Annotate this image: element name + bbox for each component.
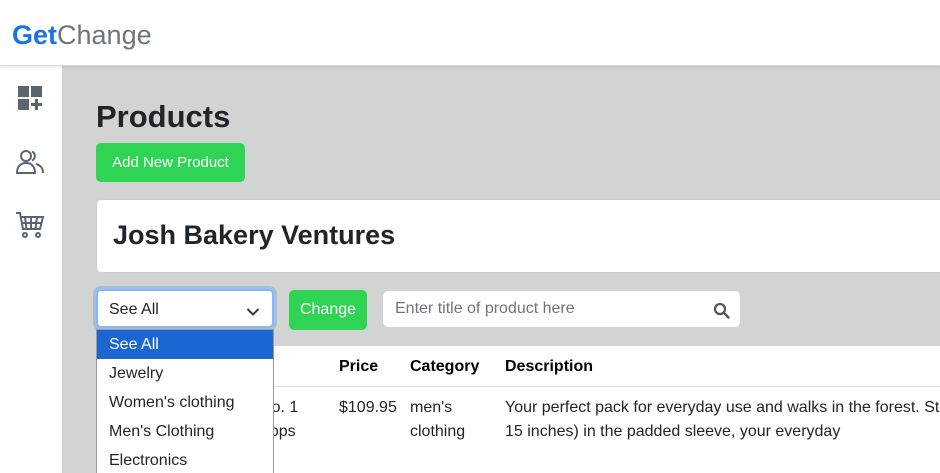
- dropdown-option-womens-clothing[interactable]: Women's clothing: [97, 388, 273, 417]
- sidebar: [0, 66, 62, 473]
- product-description-line: Your perfect pack for everyday use and w…: [505, 399, 940, 416]
- header-price: Price: [339, 358, 379, 375]
- dropdown-option-electronics[interactable]: Electronics: [97, 446, 273, 473]
- dropdown-option-mens-clothing[interactable]: Men's Clothing: [97, 417, 273, 446]
- dashboard-add-icon[interactable]: [14, 82, 46, 114]
- chevron-down-icon: [246, 304, 260, 316]
- add-new-product-button[interactable]: Add New Product: [96, 143, 245, 182]
- category-dropdown-list: See All Jewelry Women's clothing Men's C…: [96, 329, 274, 473]
- page-title: Products: [96, 99, 231, 134]
- header-category: Category: [410, 358, 480, 375]
- dropdown-option-jewelry[interactable]: Jewelry: [97, 359, 273, 388]
- product-description-line: 15 inches) in the padded sleeve, your ev…: [505, 423, 841, 440]
- users-icon[interactable]: [14, 146, 46, 178]
- search-input[interactable]: [383, 291, 703, 327]
- brand-logo[interactable]: GetChange: [12, 18, 152, 52]
- product-category-line: men's: [410, 399, 453, 416]
- business-card: Josh Bakery Ventures: [96, 199, 940, 273]
- cart-icon[interactable]: [14, 209, 46, 241]
- header-description: Description: [505, 358, 594, 375]
- change-button[interactable]: Change: [289, 290, 367, 330]
- top-navbar: GetChange: [0, 0, 940, 66]
- brand-part-2: Change: [57, 20, 152, 50]
- product-price-cell: $109.95: [339, 399, 397, 416]
- product-category-line: clothing: [410, 423, 466, 440]
- category-select[interactable]: See All: [96, 289, 274, 328]
- product-description-cell: Your perfect pack for everyday use and w…: [505, 396, 940, 444]
- search-box: [382, 290, 741, 328]
- search-icon[interactable]: [713, 302, 730, 319]
- dropdown-option-see-all[interactable]: See All: [97, 330, 273, 359]
- business-name: Josh Bakery Ventures: [113, 220, 396, 250]
- brand-part-1: Get: [12, 20, 58, 50]
- product-category-cell: men's clothing: [410, 396, 465, 444]
- category-select-value: See All: [109, 301, 159, 318]
